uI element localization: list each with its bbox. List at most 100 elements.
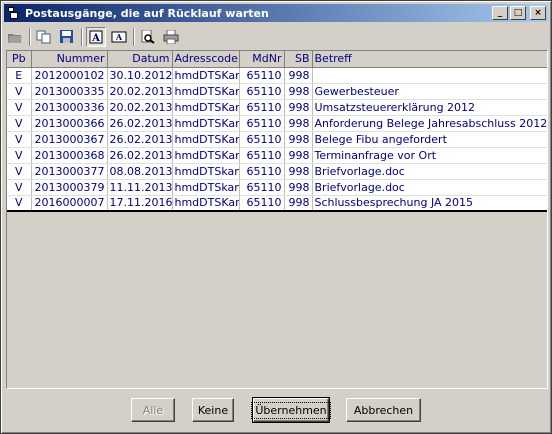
all-button[interactable]: Alle	[131, 398, 175, 422]
cell-nummer: 2013000377	[31, 163, 108, 180]
cell-nummer: 2013000379	[31, 179, 108, 196]
print-icon[interactable]	[161, 27, 181, 47]
cell-mdnr: 65110	[239, 67, 285, 84]
cell-sb: 998	[284, 131, 313, 148]
column-header-sb[interactable]: SB	[284, 51, 313, 68]
cell-pb: V	[7, 195, 32, 212]
cell-betreff: Anforderung Belege Jahresabschluss 2012	[312, 115, 547, 132]
cell-adresscode: hmdDTSKanz	[172, 67, 240, 84]
window-title: Postausgänge, die auf Rücklauf warten	[25, 6, 269, 20]
cell-pb: V	[7, 131, 32, 148]
cell-mdnr: 65110	[239, 163, 285, 180]
cell-mdnr: 65110	[239, 195, 285, 212]
column-header-mdnr[interactable]: MdNr	[239, 51, 285, 68]
cell-mdnr: 65110	[239, 99, 285, 116]
cell-pb: V	[7, 179, 32, 196]
cell-betreff: Umsatzsteuererklärung 2012	[312, 99, 547, 116]
cell-adresscode: hmdDTSKanz	[172, 115, 240, 132]
maximize-button[interactable]: □	[510, 6, 526, 20]
cell-sb: 998	[284, 147, 313, 164]
cell-pb: V	[7, 83, 32, 100]
app-icon	[7, 6, 21, 20]
cell-datum: 08.08.2013	[107, 163, 173, 180]
minimize-button[interactable]: _	[492, 6, 508, 20]
column-header-datum[interactable]: Datum	[107, 51, 173, 68]
cell-adresscode: hmdDTSKanz	[172, 147, 240, 164]
cell-datum: 26.02.2013	[107, 147, 173, 164]
cell-betreff: Belege Fibu angefordert	[312, 131, 547, 148]
column-header-betreff[interactable]: Betreff	[312, 51, 547, 68]
cell-datum: 17.11.2016	[107, 195, 173, 212]
cell-nummer: 2013000336	[31, 99, 108, 116]
copy-icon[interactable]	[34, 27, 54, 47]
column-header-nummer[interactable]: Nummer	[31, 51, 108, 68]
cell-pb: V	[7, 99, 32, 116]
text-ab-icon[interactable]: A	[109, 27, 129, 47]
cell-betreff: Briefvorlage.doc	[312, 163, 547, 180]
cell-sb: 998	[284, 115, 313, 132]
cell-adresscode: hmdDTSkanzl	[172, 163, 240, 180]
cell-sb: 998	[284, 67, 313, 84]
accept-button-label: Übernehmen	[251, 401, 331, 419]
cell-datum: 26.02.2013	[107, 115, 173, 132]
accept-button[interactable]: Übernehmen	[251, 397, 331, 423]
cell-nummer: 2016000007	[31, 195, 108, 212]
cell-mdnr: 65110	[239, 115, 285, 132]
table-row[interactable]: V201600000717.11.2016hmdDTSKanz65110998S…	[7, 195, 547, 212]
cell-adresscode: hmdDTSKanz	[172, 131, 240, 148]
cell-nummer: 2012000102	[31, 67, 108, 84]
text-a-icon[interactable]: A	[86, 27, 106, 47]
svg-text:A: A	[91, 33, 100, 44]
table-row[interactable]: V201300033620.02.2013hmdDTSKanz65110998U…	[7, 99, 547, 116]
table-header-row: Pb Nummer Datum Adresscode MdNr SB Betreff	[7, 51, 547, 68]
table-row[interactable]: V201300036626.02.2013hmdDTSKanz65110998A…	[7, 115, 547, 132]
save-icon[interactable]	[57, 27, 77, 47]
cell-pb: V	[7, 163, 32, 180]
cell-adresscode: hmdDTSkanzl	[172, 179, 240, 196]
table-row[interactable]: V201300037708.08.2013hmdDTSkanzl65110998…	[7, 163, 547, 180]
cell-datum: 30.10.2012	[107, 67, 173, 84]
column-header-pb[interactable]: Pb	[7, 51, 32, 68]
cell-datum: 26.02.2013	[107, 131, 173, 148]
cell-nummer: 2013000366	[31, 115, 108, 132]
close-button[interactable]: ×	[530, 6, 546, 20]
table-row[interactable]: E201200010230.10.2012hmdDTSKanz65110998	[7, 67, 547, 84]
cell-datum: 11.11.2013	[107, 179, 173, 196]
table-row[interactable]: V201300036726.02.2013hmdDTSKanz65110998B…	[7, 131, 547, 148]
cell-nummer: 2013000368	[31, 147, 108, 164]
cell-sb: 998	[284, 179, 313, 196]
cell-betreff: Gewerbesteuer	[312, 83, 547, 100]
cell-pb: V	[7, 147, 32, 164]
table-row[interactable]: V201300033520.02.2013hmdDTSKanz65110998G…	[7, 83, 547, 100]
cancel-button[interactable]: Abbrechen	[346, 398, 421, 422]
table-row[interactable]: V201300037911.11.2013hmdDTSkanzl65110998…	[7, 179, 547, 196]
mail-table[interactable]: Pb Nummer Datum Adresscode MdNr SB Betreff E 20…	[6, 50, 548, 389]
cell-mdnr: 65110	[239, 179, 285, 196]
none-button[interactable]: Keine	[192, 398, 234, 422]
cell-adresscode: hmdDTSKanz	[172, 99, 240, 116]
title-bar[interactable]: Postausgänge, die auf Rücklauf warten _ …	[4, 4, 548, 22]
cell-pb: E	[7, 67, 32, 84]
dialog-window: Postausgänge, die auf Rücklauf warten _ …	[0, 0, 552, 434]
cell-nummer: 2013000335	[31, 83, 108, 100]
cell-adresscode: hmdDTSKanz	[172, 195, 240, 212]
folder-open-icon[interactable]	[5, 27, 25, 47]
toolbar-separator	[133, 28, 135, 46]
cell-mdnr: 65110	[239, 147, 285, 164]
cell-sb: 998	[284, 195, 313, 212]
cell-adresscode: hmdDTSKanz	[172, 83, 240, 100]
cell-betreff	[312, 67, 547, 84]
cell-nummer: 2013000367	[31, 131, 108, 148]
cell-pb: V	[7, 115, 32, 132]
button-bar: Alle Keine Übernehmen Abbrechen	[1, 397, 552, 424]
cell-sb: 998	[284, 83, 313, 100]
cell-mdnr: 65110	[239, 131, 285, 148]
toolbar-separator	[81, 28, 83, 46]
cell-sb: 998	[284, 99, 313, 116]
cell-mdnr: 65110	[239, 83, 285, 100]
toolbar: A A	[5, 25, 549, 49]
print-preview-icon[interactable]	[138, 27, 158, 47]
table-row[interactable]: V201300036826.02.2013hmdDTSKanz65110998T…	[7, 147, 547, 164]
svg-text:A: A	[115, 32, 123, 42]
column-header-adresscode[interactable]: Adresscode	[172, 51, 240, 68]
